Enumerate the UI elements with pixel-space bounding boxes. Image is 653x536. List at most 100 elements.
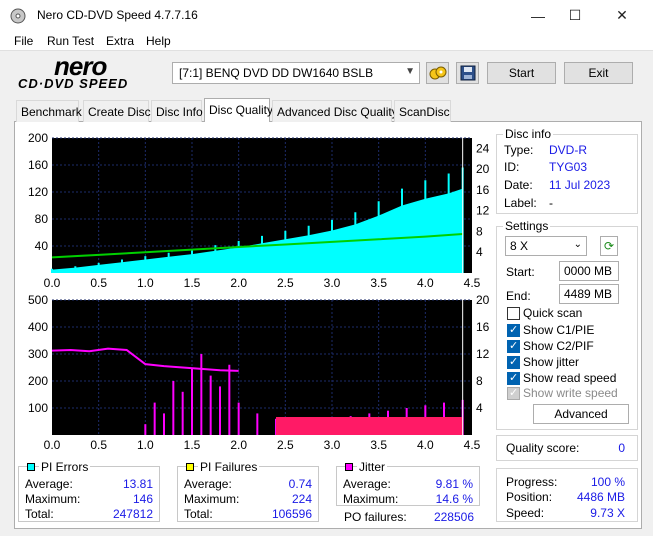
- y-tick-label-right: 8: [476, 374, 483, 388]
- save-button[interactable]: [456, 62, 479, 84]
- menu-extra[interactable]: Extra: [106, 34, 134, 48]
- jitter-stats: Jitter Average: 9.81 % Maximum: 14.6 %: [336, 460, 480, 506]
- menu-run-test[interactable]: Run Test: [47, 34, 94, 48]
- disc-label-value: -: [549, 196, 553, 210]
- pi-errors-avg-label: Average:: [25, 477, 73, 491]
- quick-scan-checkbox[interactable]: [507, 307, 520, 320]
- y-tick-label-right: 12: [476, 347, 490, 361]
- disc-id-label: ID:: [504, 160, 520, 174]
- maximize-button[interactable]: ☐: [552, 0, 598, 31]
- tab-disc-quality[interactable]: Disc Quality: [204, 98, 273, 122]
- speed-label: Speed:: [506, 506, 545, 520]
- jitter-avg-label: Average:: [343, 477, 391, 491]
- speed-select[interactable]: 8 X ⌄: [505, 236, 587, 256]
- window-title: Nero CD-DVD Speed 4.7.7.16: [37, 8, 198, 22]
- y-tick-label-left: 400: [28, 320, 48, 334]
- x-tick-label: 1.5: [184, 276, 201, 290]
- start-input[interactable]: 0000 MB: [559, 261, 619, 281]
- pi-errors-stats: PI Errors Average: 13.81 Maximum: 146 To…: [18, 460, 160, 522]
- show-write-speed-label: Show write speed: [523, 386, 618, 400]
- pi-failures-avg-value: 0.74: [288, 477, 312, 491]
- y-tick-label-right: 20: [476, 162, 490, 176]
- drive-select[interactable]: [7:1] BENQ DVD DD DW1640 BSLB ▼: [172, 62, 420, 84]
- minimize-icon: —: [531, 7, 545, 24]
- x-tick-label: 1.0: [137, 438, 154, 452]
- progress-value: 100 %: [590, 475, 625, 489]
- pi-errors-total-value: 247812: [112, 507, 153, 521]
- pi-failures-legend-swatch: [186, 463, 194, 471]
- y-tick-label-left: 500: [28, 293, 48, 307]
- title-bar: Nero CD-DVD Speed 4.7.7.16 — ☐ ✕: [0, 0, 653, 31]
- maximize-icon: ☐: [568, 7, 582, 23]
- jitter-title: Jitter: [357, 460, 388, 474]
- settings-title: Settings: [503, 219, 551, 233]
- po-failures-value: 228506: [433, 510, 474, 524]
- disc-info-button[interactable]: [426, 62, 449, 84]
- start-label: Start:: [506, 265, 535, 279]
- show-read-speed-checkbox[interactable]: [507, 371, 520, 385]
- x-tick-label: 2.5: [277, 438, 294, 452]
- quality-score-group: Quality score: 0: [496, 435, 638, 461]
- end-input[interactable]: 4489 MB: [559, 284, 619, 304]
- x-tick-label: 0.5: [90, 276, 107, 290]
- x-tick-label: 3.0: [324, 438, 341, 452]
- tab-disc-info[interactable]: Disc Info: [151, 100, 203, 122]
- menu-file[interactable]: File: [14, 34, 33, 48]
- x-tick-label: 2.0: [230, 438, 247, 452]
- exit-button[interactable]: Exit: [564, 62, 633, 84]
- pi-errors-avg-value: 13.81: [122, 477, 153, 491]
- drive-select-value: [7:1] BENQ DVD DD DW1640 BSLB: [179, 66, 374, 80]
- x-tick-label: 2.0: [230, 276, 247, 290]
- x-tick-label: 1.0: [137, 276, 154, 290]
- show-read-speed-label: Show read speed: [523, 371, 617, 385]
- x-tick-label: 3.5: [370, 276, 387, 290]
- menu-help[interactable]: Help: [146, 34, 171, 48]
- close-button[interactable]: ✕: [599, 0, 645, 31]
- menu-bar: File Run Test Extra Help: [0, 31, 653, 51]
- pi-failures-max-value: 224: [291, 492, 312, 506]
- tab-advanced-disc-quality[interactable]: Advanced Disc Quality: [272, 100, 398, 122]
- logo-speed-text: CD·DVD SPEED: [18, 76, 129, 91]
- y-tick-label-left: 300: [28, 347, 48, 361]
- disc-info-group: Disc info Type: DVD-R ID: TYG03 Date: 11…: [496, 127, 638, 214]
- plot-background: [52, 300, 472, 435]
- speed-value: 9.73 X: [590, 506, 625, 520]
- pi-failures-max-label: Maximum:: [184, 492, 240, 506]
- y-tick-label-right: 8: [476, 224, 483, 238]
- start-button[interactable]: Start: [487, 62, 556, 84]
- x-tick-label: 4.0: [417, 276, 434, 290]
- x-tick-label: 4.0: [417, 438, 434, 452]
- show-c1-pie-checkbox[interactable]: [507, 323, 520, 337]
- discs-icon: [429, 66, 446, 80]
- pi-errors-title: PI Errors: [39, 460, 91, 474]
- tab-create-disc[interactable]: Create Disc: [83, 100, 151, 122]
- end-label: End:: [506, 289, 531, 303]
- show-c2-pif-checkbox[interactable]: [507, 339, 520, 353]
- pi-failures-total-label: Total:: [184, 507, 213, 521]
- show-c2-pif-label: Show C2/PIF: [523, 339, 594, 353]
- pi-failures-stats: PI Failures Average: 0.74 Maximum: 224 T…: [177, 460, 319, 522]
- chevron-down-icon: ▼: [405, 66, 415, 77]
- tab-benchmark[interactable]: Benchmark: [16, 100, 82, 122]
- disc-date-value: 11 Jul 2023: [549, 178, 611, 192]
- tab-scandisc[interactable]: ScanDisc: [394, 100, 451, 122]
- jitter-max-label: Maximum:: [343, 492, 399, 506]
- pi-failures-avg-label: Average:: [184, 477, 232, 491]
- tab-bar: Benchmark Create Disc Disc Info Disc Qua…: [16, 98, 476, 122]
- y-tick-label-right: 16: [476, 183, 490, 197]
- x-tick-label: 0.0: [44, 276, 61, 290]
- position-label: Position:: [506, 490, 553, 504]
- y-tick-label-right: 16: [476, 320, 490, 334]
- show-jitter-checkbox[interactable]: [507, 355, 520, 369]
- show-c1-pie-label: Show C1/PIE: [523, 323, 595, 337]
- y-tick-label-right: 12: [476, 204, 490, 218]
- y-tick-label-left: 120: [28, 185, 48, 199]
- y-tick-label-left: 100: [28, 401, 48, 415]
- x-tick-label: 4.5: [464, 276, 481, 290]
- advanced-button[interactable]: Advanced: [533, 404, 629, 424]
- y-tick-label-left: 80: [35, 212, 49, 226]
- quick-scan-label: Quick scan: [523, 306, 583, 320]
- chevron-down-icon: ⌄: [573, 239, 582, 250]
- refresh-button[interactable]: ⟳: [600, 236, 618, 256]
- app-icon: [10, 8, 26, 24]
